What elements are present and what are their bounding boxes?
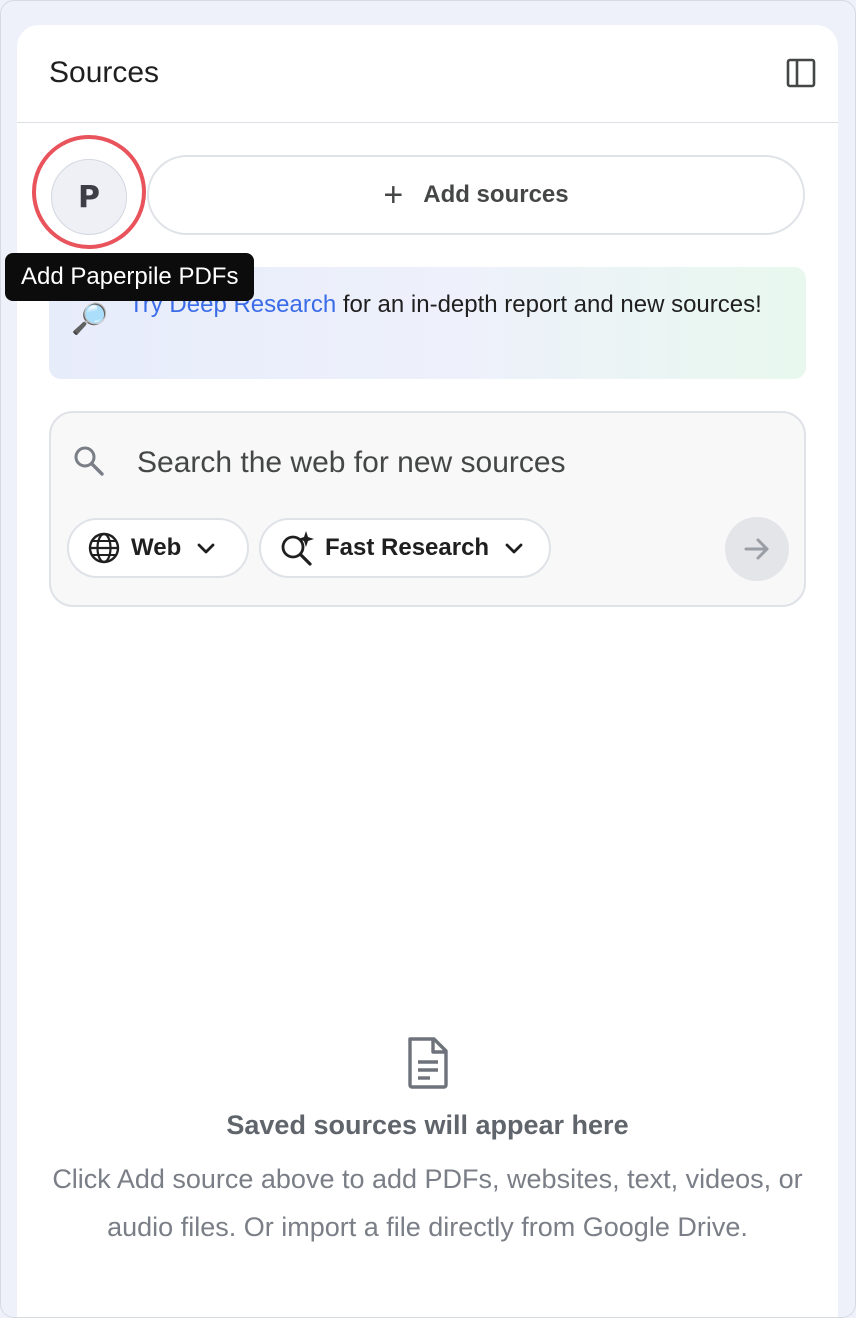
chevron-down-icon <box>503 537 525 559</box>
empty-state-description: Click Add source above to add PDFs, webs… <box>52 1164 803 1242</box>
paperpile-logo: P <box>78 179 100 215</box>
banner-message: for an in-depth report and new sources! <box>336 291 762 318</box>
empty-state-title: Saved sources will appear here <box>226 1110 629 1140</box>
panel-title: Sources <box>49 56 160 89</box>
sparkle-search-icon <box>281 531 314 566</box>
chevron-down-icon <box>195 537 217 559</box>
panel-header: Sources <box>17 25 838 123</box>
submit-search-button[interactable] <box>725 517 789 581</box>
plus-icon: + <box>383 176 404 214</box>
source-type-dropdown[interactable]: Web <box>67 518 249 578</box>
search-icon <box>71 443 107 479</box>
panel-collapse-icon <box>786 58 816 88</box>
empty-state: Saved sources will appear here Click Add… <box>17 1037 838 1251</box>
document-icon <box>407 1037 448 1089</box>
sources-panel: Sources P + Add sources 🔎 Try Deep Resea… <box>17 25 838 1317</box>
globe-icon <box>88 532 120 564</box>
web-search-box: Web Fast Research <box>49 411 806 607</box>
collapse-panel-button[interactable] <box>783 55 819 91</box>
web-search-input[interactable] <box>137 433 757 493</box>
research-mode-dropdown[interactable]: Fast Research <box>259 518 551 578</box>
magnifying-glass-icon: 🔎 <box>71 303 109 336</box>
arrow-right-icon <box>744 538 769 560</box>
research-mode-label: Fast Research <box>325 534 490 561</box>
add-sources-button[interactable]: + Add sources <box>147 155 805 235</box>
add-sources-label: Add sources <box>423 181 569 208</box>
app-frame: Sources P + Add sources 🔎 Try Deep Resea… <box>0 0 856 1318</box>
paperpile-button[interactable]: P <box>51 159 127 235</box>
source-type-label: Web <box>131 534 182 561</box>
paperpile-tooltip: Add Paperpile PDFs <box>5 253 255 301</box>
